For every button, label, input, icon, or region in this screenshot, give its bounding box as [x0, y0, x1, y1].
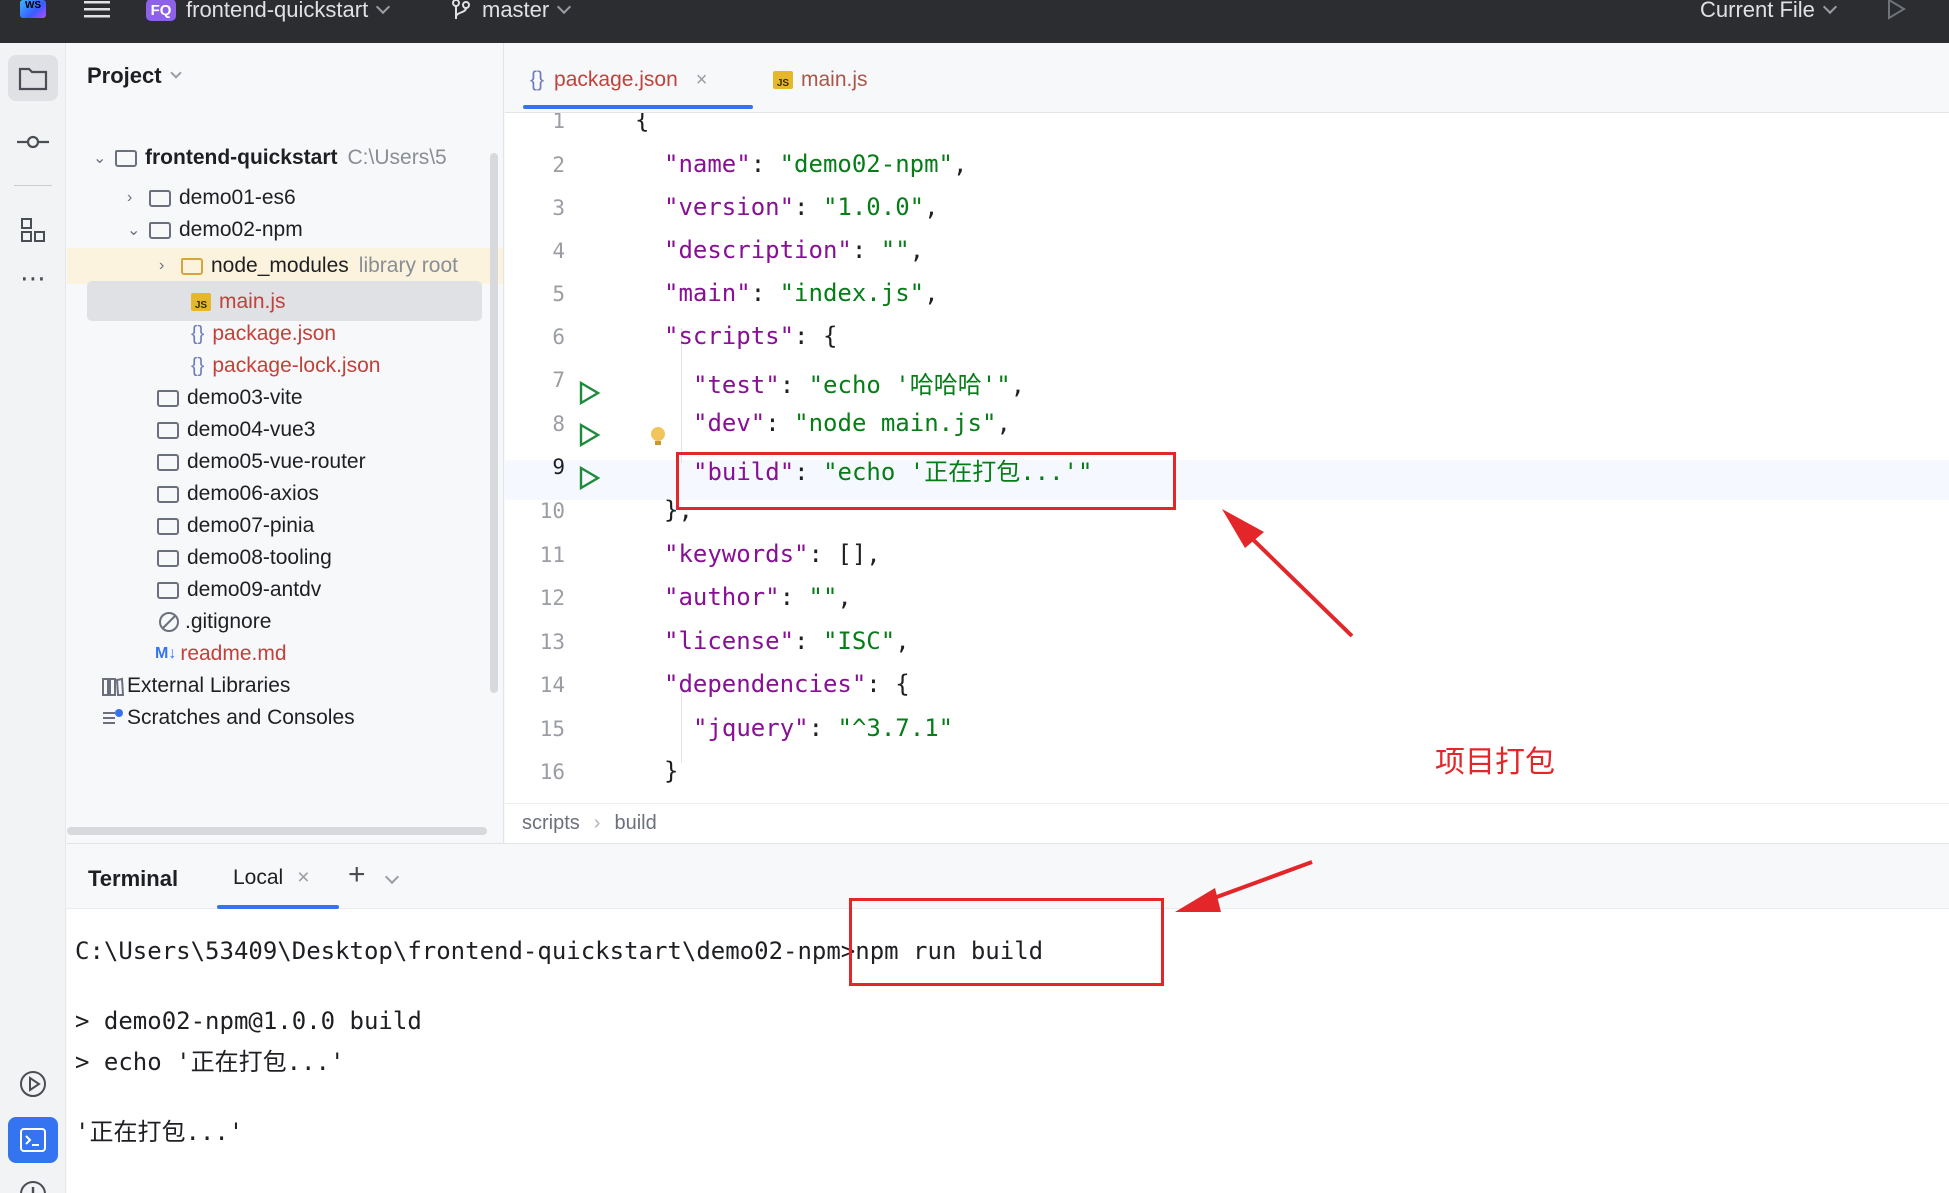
annotation-note: 项目打包: [1435, 745, 1555, 780]
annotation-arrows: [1175, 509, 1354, 912]
